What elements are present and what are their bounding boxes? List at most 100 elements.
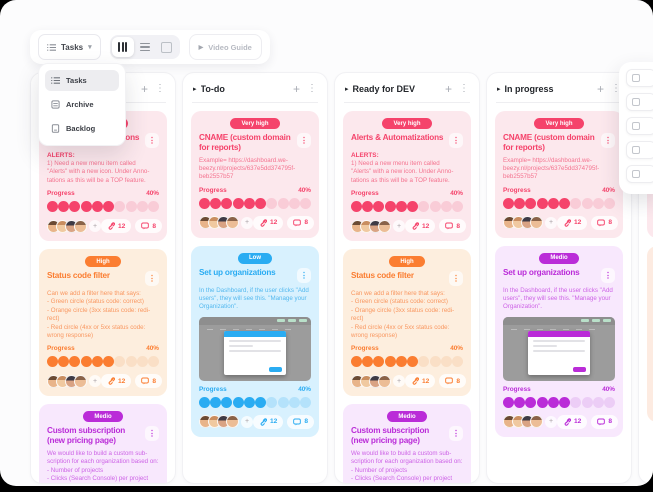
kanban-view-button[interactable] [112,37,134,57]
avatar[interactable] [530,216,543,229]
dropdown-item-backlog[interactable]: Backlog [45,118,119,139]
progress-label: Progress [503,187,531,194]
task-card[interactable]: Very highCNAME (custom domain for report… [191,111,319,238]
links-count[interactable]: 12 [101,219,131,233]
card-menu-button[interactable]: ⋮ [601,268,615,283]
links-count-value: 12 [270,219,277,226]
panel-action-button[interactable] [626,93,653,111]
add-card-button[interactable]: + [445,83,452,95]
screenshot-chip [603,319,611,322]
avatar[interactable] [378,375,391,388]
links-count[interactable]: 12 [557,216,587,230]
calendar-view-button[interactable] [156,37,178,57]
avatar[interactable] [74,375,87,388]
column-cards: Very highCNAME (custom domain for report… [495,111,623,437]
progress-dot [244,397,255,408]
avatar[interactable] [378,220,391,233]
links-count[interactable]: 12 [405,219,435,233]
list-view-button[interactable] [134,37,156,57]
card-menu-button[interactable]: ⋮ [449,271,463,286]
dropdown-item-archive[interactable]: Archive [45,94,119,115]
add-card-button[interactable]: + [597,83,604,95]
board-column: ▸In progress+⋮Very highCNAME (custom dom… [486,72,632,484]
collapse-caret-icon[interactable]: ▸ [345,85,349,93]
column-menu-button[interactable]: ⋮ [155,84,165,94]
progress-dots [199,198,311,209]
priority-badge: Medio [387,411,426,422]
comments-count[interactable]: 8 [287,415,314,429]
card-menu-button[interactable]: ⋮ [145,426,159,441]
task-card[interactable]: LowSet up organizations⋮In the Dashboard… [191,246,319,437]
progress-label: Progress [199,386,227,393]
add-assignee-button[interactable]: + [545,217,557,229]
task-card[interactable]: Very highAlerts & Automatizations⋮ALERTS… [343,111,471,241]
panel-action-button[interactable] [626,141,653,159]
tasks-view-select[interactable]: Tasks ▾ [38,34,101,60]
video-guide-button[interactable]: ▶ Video Guide [189,34,262,60]
column-cards: Very highAlerts & Automatizations⋮ALERTS… [343,111,471,484]
progress-percent: 40% [298,386,311,393]
panel-action-button[interactable] [626,165,653,183]
progress-dot [255,397,266,408]
comments-count[interactable]: 8 [591,216,618,230]
task-card[interactable]: Very highCNAME (custom domain for report… [495,111,623,238]
add-assignee-button[interactable]: + [89,375,101,387]
column-menu-button[interactable]: ⋮ [307,84,317,94]
add-assignee-button[interactable]: + [241,416,253,428]
progress-dot [582,397,593,408]
card-menu-button[interactable]: ⋮ [145,271,159,286]
screenshot-modal-button [573,367,586,372]
links-count-value: 12 [574,219,581,226]
add-assignee-button[interactable]: + [241,217,253,229]
card-menu-button[interactable]: ⋮ [297,268,311,283]
avatar[interactable] [226,216,239,229]
collapse-caret-icon[interactable]: ▸ [497,85,501,93]
card-menu-button[interactable]: ⋮ [145,133,159,148]
priority-badge: Very high [230,118,279,129]
avatar[interactable] [226,415,239,428]
links-count[interactable]: 12 [253,415,283,429]
add-assignee-button[interactable]: + [545,416,557,428]
progress-dot [452,201,463,212]
add-assignee-button[interactable]: + [393,375,405,387]
comments-count[interactable]: 8 [439,219,466,233]
task-card[interactable]: HighStatus code filter⋮Can we add a filt… [39,249,167,396]
add-assignee-button[interactable]: + [393,220,405,232]
column-divider [496,102,622,103]
comments-count[interactable]: 8 [591,415,618,429]
links-count[interactable]: 12 [405,374,435,388]
column-menu-button[interactable]: ⋮ [459,84,469,94]
task-card[interactable]: HighStatus code filter⋮Can we add a filt… [343,249,471,396]
links-count[interactable]: 12 [101,374,131,388]
collapse-caret-icon[interactable]: ▸ [193,85,197,93]
card-menu-button[interactable]: ⋮ [297,133,311,148]
card-menu-button[interactable]: ⋮ [449,426,463,441]
card-menu-button[interactable]: ⋮ [449,133,463,148]
add-card-button[interactable]: + [141,83,148,95]
progress-dots [351,356,463,367]
progress-dot [582,198,593,209]
panel-action-button[interactable] [626,69,653,87]
task-card[interactable]: MedioSet up organizations⋮In the Dashboa… [495,246,623,437]
panel-action-button[interactable] [626,117,653,135]
task-card[interactable]: MedioCustom subscription (new pricing pa… [343,404,471,484]
comments-count[interactable]: 8 [439,374,466,388]
card-body-line: wrong response) [47,332,159,340]
avatar[interactable] [530,415,543,428]
comments-count[interactable]: 8 [135,219,162,233]
card-title-row: CNAME (custom domain for reports)⋮ [503,133,615,153]
avatar[interactable] [74,220,87,233]
comments-count[interactable]: 8 [287,216,314,230]
links-count[interactable]: 12 [253,216,283,230]
comments-count[interactable]: 8 [135,374,162,388]
card-menu-button[interactable]: ⋮ [601,133,615,148]
add-assignee-button[interactable]: + [89,220,101,232]
task-card[interactable]: Set up organizations⋮In the Dashboard, i… [647,246,653,422]
add-card-button[interactable]: + [293,83,300,95]
dropdown-item-tasks[interactable]: Tasks [45,70,119,91]
progress-dot [570,198,581,209]
card-body-line: Example= https://dashboard.we- [199,157,311,165]
links-count[interactable]: 12 [557,415,587,429]
task-card[interactable]: MedioCustom subscription (new pricing pa… [39,404,167,484]
screenshot-modal [224,331,286,375]
